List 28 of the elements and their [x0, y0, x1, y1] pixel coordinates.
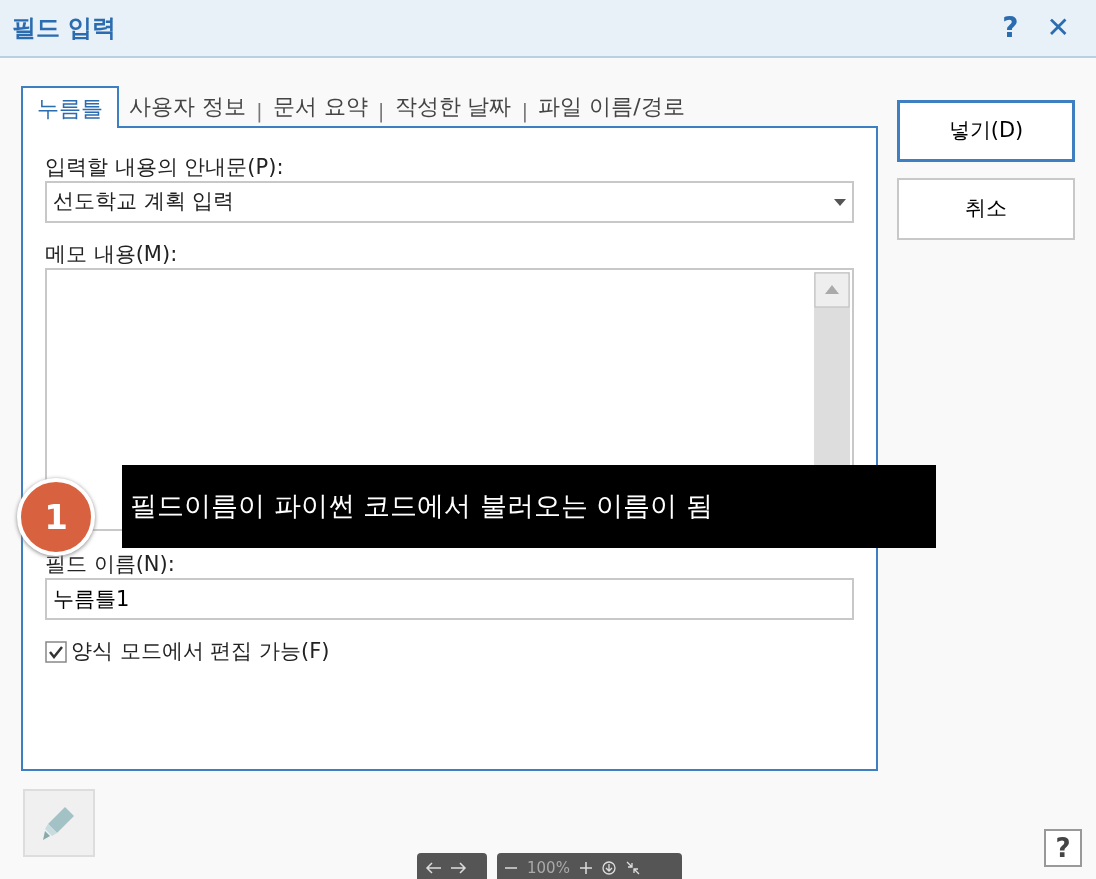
- back-arrow-icon[interactable]: [425, 862, 441, 874]
- dialog-button[interactable]: 넣기(D): [897, 100, 1075, 162]
- tab[interactable]: 작성한 날짜: [384, 86, 522, 126]
- close-button[interactable]: ✕: [1032, 7, 1084, 49]
- checkbox-label: 양식 모드에서 편집 가능(F): [71, 638, 330, 665]
- tab[interactable]: 파일 이름/경로: [528, 86, 695, 126]
- tab-separator: |: [521, 98, 529, 125]
- tab[interactable]: 사용자 정보: [119, 86, 256, 126]
- download-icon[interactable]: [601, 861, 616, 875]
- prompt-dropdown[interactable]: 선도학교 계획 입력: [45, 181, 854, 223]
- collapse-icon[interactable]: [625, 861, 640, 875]
- dialog-button[interactable]: 취소: [897, 178, 1075, 240]
- tab[interactable]: 누름틀: [21, 86, 119, 128]
- zoom-in-icon[interactable]: [579, 862, 592, 874]
- field-name-input[interactable]: 누름틀1: [45, 578, 854, 620]
- zoom-level: 100%: [527, 857, 570, 879]
- tab-separator: |: [377, 98, 385, 125]
- field-label: 입력할 내용의 안내문(P):: [45, 154, 285, 181]
- window-title: 필드 입력: [12, 13, 117, 44]
- checkbox[interactable]: [45, 640, 67, 663]
- tab[interactable]: 문서 요약: [262, 86, 378, 126]
- tab-separator: |: [256, 98, 263, 125]
- dropdown-caret-icon: [834, 198, 846, 206]
- field-label: 메모 내용(M):: [45, 241, 179, 268]
- caption-text: 필드이름이 파이썬 코드에서 불러오는 이름이 됨: [130, 489, 713, 524]
- help-button[interactable]: ?: [1044, 829, 1082, 867]
- forward-arrow-icon[interactable]: [451, 862, 467, 874]
- help-button[interactable]: ?: [988, 7, 1033, 49]
